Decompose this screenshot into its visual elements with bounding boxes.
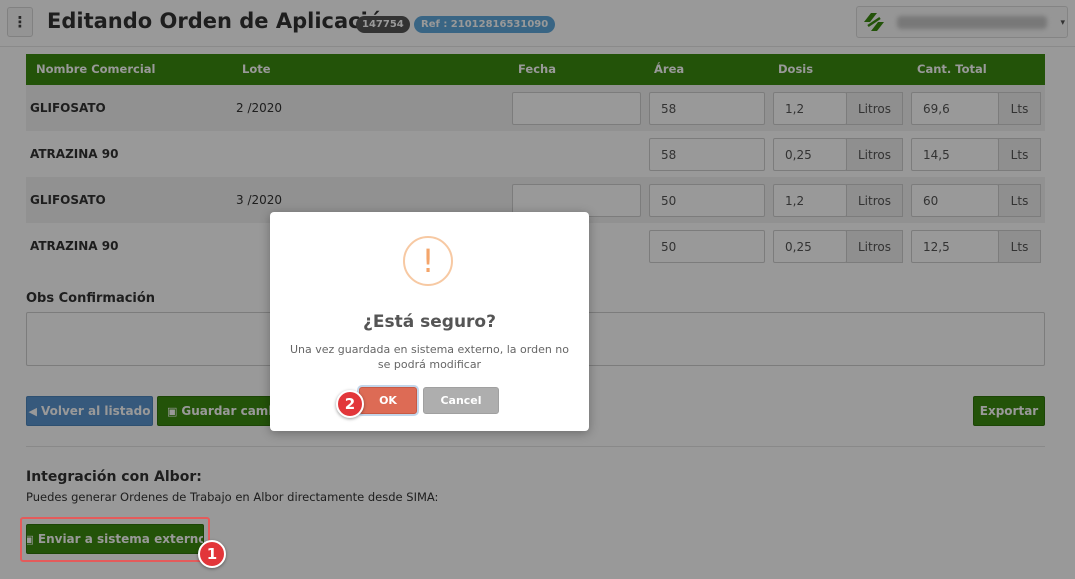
annotation-highlight-box bbox=[20, 517, 210, 562]
dialog-title: ¿Está seguro? bbox=[363, 312, 496, 332]
warning-icon: ! bbox=[403, 236, 453, 286]
step-marker-1: 1 bbox=[198, 540, 226, 568]
step-marker-2: 2 bbox=[336, 390, 364, 418]
confirm-dialog: ! ¿Está seguro? Una vez guardada en sist… bbox=[270, 212, 589, 431]
cancel-button[interactable]: Cancel bbox=[423, 387, 499, 414]
dialog-message: Una vez guardada en sistema externo, la … bbox=[289, 343, 570, 371]
ok-button[interactable]: OK bbox=[359, 387, 417, 414]
